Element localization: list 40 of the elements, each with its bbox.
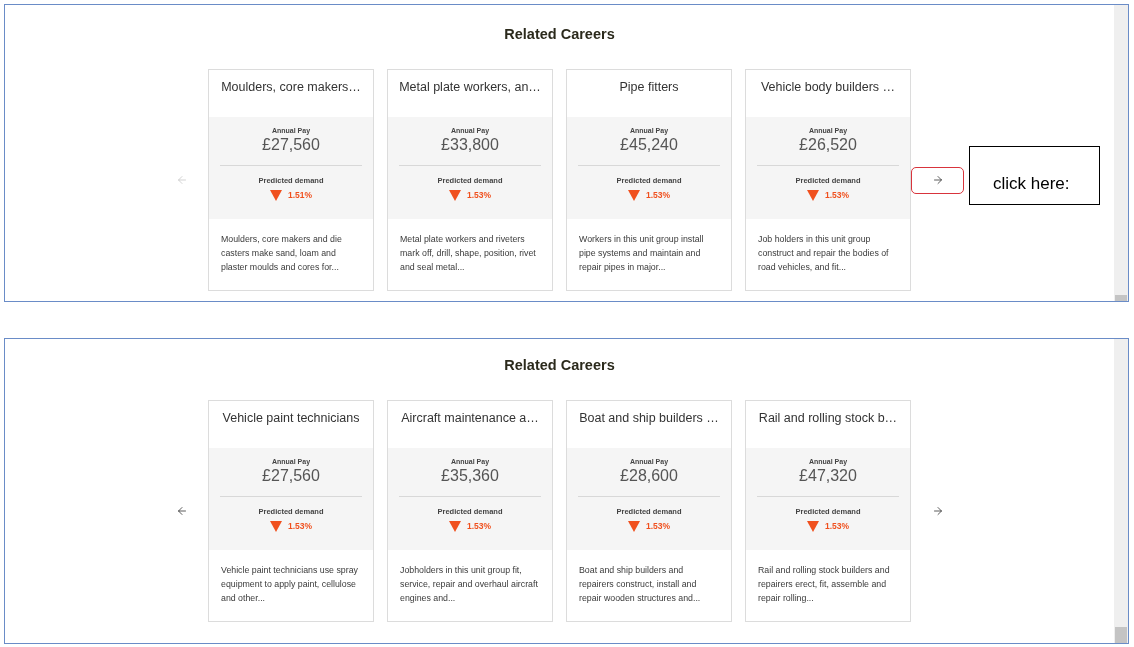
scrollbar-thumb[interactable] xyxy=(1115,627,1127,643)
demand-percent: 1.53% xyxy=(645,520,671,532)
career-description: Metal plate workers and riveters mark off, drill, shape, position, rivet and seal metal... xyxy=(400,233,537,274)
pay-amount: £33,800 xyxy=(441,136,499,154)
career-title: Aircraft maintenance a… xyxy=(401,410,539,427)
career-title: Vehicle paint technicians xyxy=(222,410,360,427)
career-description: Jobholders in this unit group fit, service, repair and overhaul aircraft engines and... xyxy=(400,564,539,605)
scrollbar[interactable] xyxy=(1114,339,1128,643)
demand-percent: 1.53% xyxy=(466,520,492,532)
section-title: Related Careers xyxy=(504,25,615,44)
pay-amount: £35,360 xyxy=(441,467,499,485)
demand-percent: 1.53% xyxy=(645,189,671,201)
career-title: Boat and ship builders … xyxy=(579,410,719,427)
pay-amount: £28,600 xyxy=(620,467,678,485)
pay-amount: £45,240 xyxy=(620,136,678,154)
career-description: Workers in this unit group install pipe systems and maintain and repair pipes in major... xyxy=(579,233,705,274)
career-title: Vehicle body builders … xyxy=(760,79,896,96)
career-title: Metal plate workers, an… xyxy=(399,79,541,96)
career-description: Vehicle paint technicians use spray equipment to apply paint, cellulose and other... xyxy=(221,564,359,605)
demand-percent: 1.53% xyxy=(466,189,492,201)
career-description: Rail and rolling stock builders and repairers erect, fit, assemble and repair rolling... xyxy=(758,564,891,605)
pay-amount: £27,560 xyxy=(262,136,320,154)
career-description: Boat and ship builders and repairers construct, install and repair wooden structures and... xyxy=(579,564,702,605)
section-title: Related Careers xyxy=(504,356,615,375)
career-title: Rail and rolling stock b… xyxy=(758,410,898,427)
demand-percent: 1.51% xyxy=(287,189,313,201)
career-title: Moulders, core makers… xyxy=(221,79,361,96)
pay-amount: £26,520 xyxy=(799,136,857,154)
scrollbar-thumb[interactable] xyxy=(1115,295,1127,301)
next-button[interactable] xyxy=(911,166,964,194)
demand-percent: 1.53% xyxy=(824,189,850,201)
pay-amount: £27,560 xyxy=(262,467,320,485)
pay-amount: £47,320 xyxy=(799,467,857,485)
scrollbar[interactable] xyxy=(1114,5,1128,301)
demand-percent: 1.53% xyxy=(824,520,850,532)
career-description: Moulders, core makers and die casters make sand, loam and plaster moulds and cores for... xyxy=(221,233,343,274)
career-description: Job holders in this unit group construct and repair the bodies of road vehicles, and fit... xyxy=(758,233,890,274)
demand-percent: 1.53% xyxy=(287,520,313,532)
career-title: Pipe fitters xyxy=(619,79,679,96)
click-here-callout: click here: xyxy=(969,146,1100,205)
